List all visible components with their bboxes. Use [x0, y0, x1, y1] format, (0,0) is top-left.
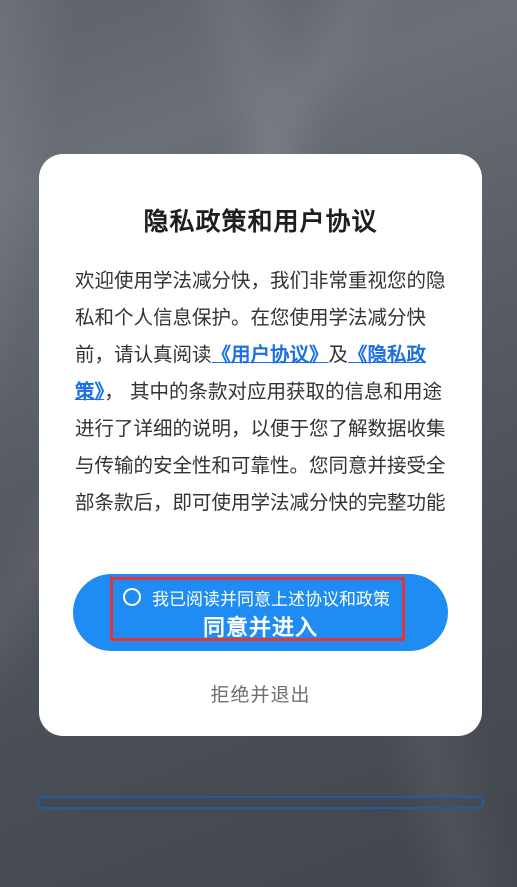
user-agreement-link[interactable]: 《用户协议》 — [212, 343, 329, 366]
agree-and-enter-button[interactable]: 我已阅读并同意上述协议和政策 同意并进入 — [73, 574, 448, 651]
consent-checkbox-label: 我已阅读并同意上述协议和政策 — [152, 589, 390, 610]
agree-button-label: 同意并进入 — [202, 616, 318, 641]
radio-unchecked-icon[interactable] — [123, 588, 141, 606]
dialog-body-text: 欢迎使用学法减分快，我们非常重视您的隐私和个人信息保护。在您使用学法减分快前，请… — [75, 262, 449, 521]
privacy-dialog: 隐私政策和用户协议 欢迎使用学法减分快，我们非常重视您的隐私和个人信息保护。在您… — [39, 154, 482, 736]
consent-checkbox[interactable]: 我已阅读并同意上述协议和政策 — [123, 585, 390, 610]
loading-progress-bar — [37, 796, 484, 809]
body-text-part2: ， 其中的条款对应用获取的信息和用途进行了详细的说明，以便于您了解数据收集与传输… — [75, 380, 446, 514]
dialog-title: 隐私政策和用户协议 — [143, 207, 378, 236]
body-text-between: 及 — [328, 343, 349, 366]
reject-and-exit-button[interactable]: 拒绝并退出 — [39, 680, 482, 707]
